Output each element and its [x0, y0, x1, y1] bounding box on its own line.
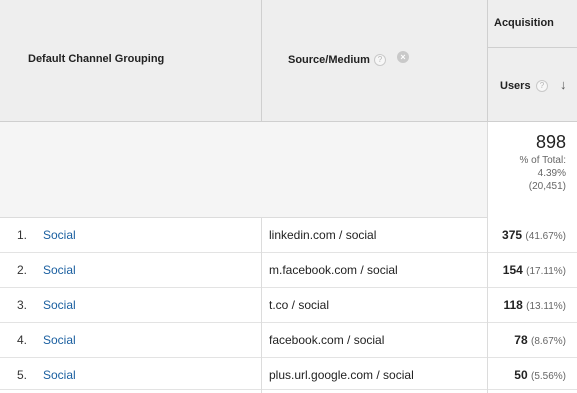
summary-percent-block: % of Total: 4.39% (20,451)	[496, 154, 566, 193]
channel-link[interactable]: Social	[43, 368, 76, 382]
column-divider	[261, 288, 262, 323]
remove-dimension-icon[interactable]: ×	[397, 51, 409, 63]
users-value: 78	[514, 333, 528, 347]
users-cell: 50 (5.56%)	[514, 368, 566, 382]
row-number: 3.	[17, 298, 28, 312]
channel-link[interactable]: Social	[43, 263, 76, 277]
users-column-header[interactable]: Users	[500, 80, 531, 92]
header-cell-users[interactable]: Users ? ↓	[488, 48, 577, 122]
summary-total-users: 898	[535, 132, 566, 152]
header-cell-channel[interactable]: Default Channel Grouping	[0, 0, 262, 122]
summary-percent-label: % of Total:	[519, 155, 566, 166]
row-number: 4.	[17, 333, 28, 347]
summary-percent-value: 4.39%	[537, 168, 566, 179]
table-row: 5. Social plus.url.google.com / social 5…	[0, 358, 577, 393]
column-divider	[261, 323, 262, 358]
column-divider	[261, 358, 262, 393]
column-divider	[261, 253, 262, 288]
channel-link[interactable]: Social	[43, 228, 76, 242]
source-column-header[interactable]: Source/Medium	[288, 54, 370, 66]
header-cell-source[interactable]: Source/Medium ? ×	[262, 0, 488, 122]
source-help-icon[interactable]: ?	[374, 54, 386, 66]
row-number: 2.	[17, 263, 28, 277]
table-row: 1. Social linkedin.com / social 375 (41.…	[0, 218, 577, 253]
channel-link[interactable]: Social	[43, 298, 76, 312]
users-percent: (41.67%)	[525, 231, 566, 242]
source-medium-value: t.co / social	[269, 298, 330, 312]
users-value: 154	[502, 263, 523, 277]
users-percent: (5.56%)	[530, 371, 566, 382]
source-medium-value: m.facebook.com / social	[269, 263, 398, 277]
column-divider	[261, 218, 262, 253]
users-help-icon[interactable]: ?	[536, 80, 548, 92]
users-value: 118	[503, 298, 523, 312]
column-divider	[487, 253, 488, 288]
source-medium-value: linkedin.com / social	[269, 228, 377, 242]
users-value: 375	[502, 228, 523, 242]
sort-descending-icon[interactable]: ↓	[560, 77, 567, 92]
column-divider	[487, 288, 488, 323]
table-row: 4. Social facebook.com / social 78 (8.67…	[0, 323, 577, 358]
source-medium-value: facebook.com / social	[269, 333, 385, 347]
channel-column-header[interactable]: Default Channel Grouping	[28, 53, 164, 65]
header-group-acquisition: Acquisition	[488, 0, 577, 48]
table-row: 3. Social t.co / social 118 (13.11%)	[0, 288, 577, 323]
channel-link[interactable]: Social	[43, 333, 76, 347]
users-cell: 375 (41.67%)	[502, 228, 566, 242]
users-percent: (17.11%)	[526, 266, 566, 277]
users-cell: 118 (13.11%)	[503, 298, 566, 312]
row-number: 5.	[17, 368, 28, 382]
users-cell: 78 (8.67%)	[514, 333, 566, 347]
row-number: 1.	[17, 228, 28, 242]
users-percent: (13.11%)	[526, 301, 566, 312]
source-medium-value: plus.url.google.com / social	[269, 368, 414, 382]
users-percent: (8.67%)	[530, 336, 566, 347]
table-row: 2. Social m.facebook.com / social 154 (1…	[0, 253, 577, 288]
acquisition-group-label: Acquisition	[494, 17, 554, 29]
users-value: 50	[514, 368, 528, 382]
column-divider	[487, 323, 488, 358]
column-divider	[487, 358, 488, 393]
column-divider	[487, 218, 488, 253]
summary-site-total: (20,451)	[528, 181, 566, 192]
users-cell: 154 (17.11%)	[503, 263, 566, 277]
